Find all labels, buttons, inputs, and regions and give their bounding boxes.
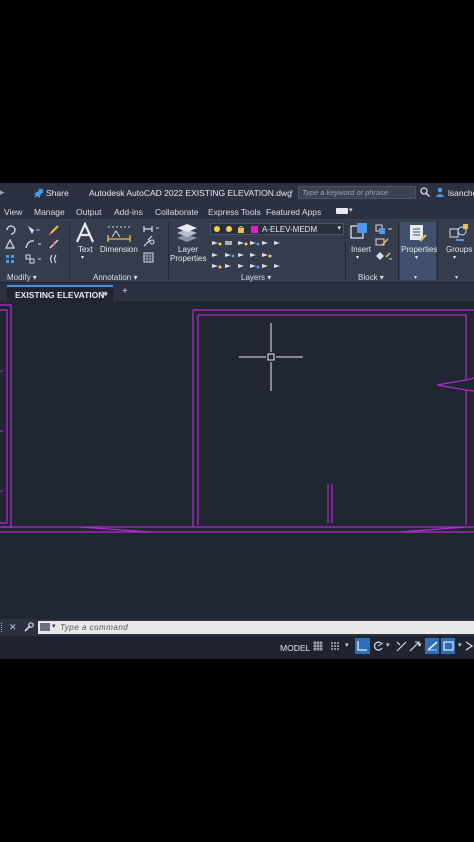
- layer-dropdown[interactable]: A-ELEV-MEDM ▾: [210, 223, 344, 235]
- drawing-canvas[interactable]: [0, 301, 474, 619]
- user-name[interactable]: lsanche: [448, 188, 474, 198]
- selection-dropdown-icon[interactable]: ▾: [458, 641, 462, 649]
- tab-manage[interactable]: Manage: [34, 207, 65, 217]
- dimension-button[interactable]: Dimension: [100, 245, 138, 254]
- lineweight-icon[interactable]: [427, 641, 438, 651]
- annotation-monitor-icon[interactable]: [465, 641, 474, 652]
- tab-output[interactable]: Output: [76, 207, 102, 217]
- panel-separator: [398, 222, 399, 280]
- layer-properties-icon[interactable]: [175, 222, 199, 244]
- grid-icon[interactable]: [313, 641, 323, 651]
- properties-panel-chevron-icon[interactable]: ▾: [414, 274, 417, 281]
- command-input[interactable]: Type a command: [60, 623, 128, 632]
- tab-view[interactable]: View: [4, 207, 22, 217]
- polar-dropdown-icon[interactable]: ▾: [386, 641, 390, 649]
- panel-separator: [168, 222, 169, 280]
- text-icon[interactable]: [74, 222, 96, 244]
- dimension-icon[interactable]: [106, 223, 132, 243]
- text-dropdown-icon[interactable]: ▾: [81, 254, 84, 261]
- properties-button[interactable]: Properties: [401, 245, 437, 254]
- file-tab-existing-elevation[interactable]: EXISTING ELEVATION* ✕: [7, 285, 113, 301]
- groups-button[interactable]: Groups: [446, 245, 472, 254]
- status-bar: MODEL ▾ ▾ ▾ ▾: [0, 636, 474, 658]
- close-icon[interactable]: ✕: [100, 289, 108, 300]
- command-line: ✕ ▾ Type a command: [0, 619, 474, 636]
- insert-dropdown-icon[interactable]: ▾: [356, 254, 359, 261]
- panel-separator: [69, 222, 70, 280]
- ribbon-minimize-icon[interactable]: [336, 208, 348, 214]
- ribbon-minimize-chevron-icon[interactable]: ▾: [349, 206, 353, 214]
- quick-access-chevron-icon[interactable]: ▸: [0, 187, 5, 198]
- new-tab-plus-icon[interactable]: +: [122, 286, 128, 297]
- modify-panel-label[interactable]: Modify ▾: [7, 273, 37, 282]
- file-tab-label: EXISTING ELEVATION*: [15, 290, 108, 300]
- isometric-drafting-icon[interactable]: [396, 641, 407, 652]
- object-snap-dropdown-icon[interactable]: ▾: [418, 641, 422, 649]
- crosshair-cursor-icon: [239, 323, 303, 391]
- properties-icon[interactable]: [408, 223, 428, 243]
- panel-separator: [437, 222, 438, 280]
- command-prompt-icon[interactable]: [40, 623, 50, 631]
- layer-dropdown-chevron-icon[interactable]: ▾: [337, 224, 341, 232]
- customize-wrench-icon[interactable]: [24, 622, 34, 632]
- tab-collaborate[interactable]: Collaborate: [155, 207, 198, 217]
- selection-cycling-icon[interactable]: [443, 641, 454, 651]
- groups-panel-chevron-icon[interactable]: ▾: [455, 274, 458, 281]
- user-icon[interactable]: [435, 187, 445, 197]
- layer-properties-label-1[interactable]: Layer: [178, 245, 198, 254]
- model-space-button[interactable]: MODEL: [280, 643, 310, 653]
- command-history-chevron-icon[interactable]: ▾: [52, 622, 56, 630]
- polar-tracking-icon[interactable]: [373, 641, 384, 652]
- search-icon[interactable]: [420, 187, 430, 197]
- search-input[interactable]: Type a keyword or phrase: [298, 186, 416, 199]
- modify-tools-icon[interactable]: [4, 224, 66, 270]
- text-button[interactable]: Text: [78, 245, 93, 254]
- layer-state-icons: [214, 226, 244, 233]
- snap-mode-icon[interactable]: [330, 641, 340, 651]
- current-layer-name: A-ELEV-MEDM: [262, 225, 318, 234]
- block-tools-icons[interactable]: [374, 223, 396, 267]
- share-button[interactable]: Share: [34, 187, 69, 198]
- title-chevron-icon[interactable]: ›: [290, 186, 293, 196]
- groups-dropdown-icon[interactable]: ▾: [453, 254, 456, 261]
- share-label: Share: [46, 188, 69, 198]
- annotation-tools-icon[interactable]: [142, 224, 166, 268]
- file-tab-bar: EXISTING ELEVATION* ✕ +: [0, 283, 474, 301]
- insert-block-icon[interactable]: [349, 222, 369, 242]
- elevation-drawing: [0, 304, 474, 533]
- command-line-grip-icon[interactable]: [1, 623, 5, 632]
- title-bar: ▸ Share Autodesk AutoCAD 2022 EXISTING E…: [0, 183, 474, 203]
- tab-add-ins[interactable]: Add-ins: [114, 207, 143, 217]
- command-input-box[interactable]: ▾ Type a command: [38, 621, 474, 634]
- block-panel-label[interactable]: Block ▾: [358, 273, 384, 282]
- properties-dropdown-icon[interactable]: ▾: [415, 254, 418, 261]
- share-icon: [34, 187, 43, 198]
- insert-button[interactable]: Insert: [351, 245, 371, 254]
- panel-separator: [345, 222, 346, 280]
- ortho-mode-icon[interactable]: [357, 641, 368, 651]
- layers-panel-label[interactable]: Layers ▾: [241, 273, 271, 282]
- annotation-panel-label[interactable]: Annotation ▾: [93, 273, 138, 282]
- tab-express-tools[interactable]: Express Tools: [208, 207, 261, 217]
- command-close-icon[interactable]: ✕: [9, 622, 17, 633]
- snap-dropdown-icon[interactable]: ▾: [345, 641, 349, 649]
- ribbon: Modify ▾ Text ▾ Dimension Annotation ▾ L…: [0, 220, 474, 282]
- layer-color-swatch: [251, 226, 258, 233]
- tab-featured-apps[interactable]: Featured Apps: [266, 207, 321, 217]
- groups-icon[interactable]: [448, 223, 470, 243]
- app-title: Autodesk AutoCAD 2022 EXISTING ELEVATION…: [89, 188, 292, 198]
- autocad-window: ▸ Share Autodesk AutoCAD 2022 EXISTING E…: [0, 183, 474, 659]
- layer-properties-label-2[interactable]: Properties: [170, 254, 206, 263]
- layer-tools-icons[interactable]: [210, 239, 286, 269]
- ribbon-tabs: View Manage Output Add-ins Collaborate E…: [0, 203, 474, 220]
